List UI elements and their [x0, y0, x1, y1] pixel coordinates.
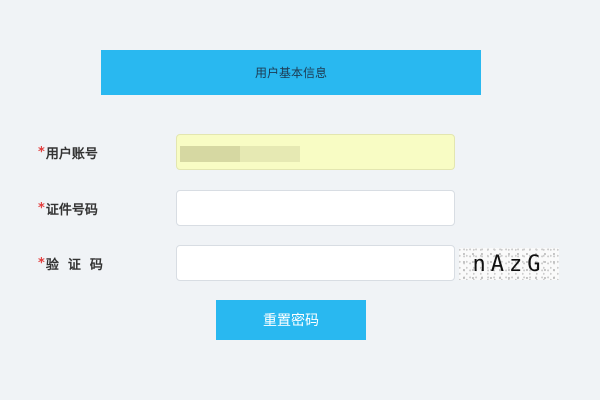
required-mark: * [38, 144, 45, 160]
captcha-image[interactable]: nAzG [459, 248, 559, 280]
account-label: * 用户账号 [38, 134, 98, 170]
account-label-text: 用户账号 [45, 146, 98, 162]
account-input[interactable] [176, 134, 455, 170]
captcha-text: nAzG [472, 251, 546, 277]
redacted-value [180, 146, 240, 162]
account-row: * 用户账号 [0, 134, 600, 170]
id-number-label: * 证件号码 [38, 190, 98, 226]
id-number-row: * 证件号码 [0, 190, 600, 226]
required-mark: * [38, 255, 45, 271]
captcha-input[interactable] [176, 245, 455, 281]
page-title: 用户基本信息 [254, 66, 327, 80]
page-title-bar: 用户基本信息 [101, 50, 481, 95]
id-number-input[interactable] [176, 190, 455, 226]
captcha-label-text: 验证码 [45, 257, 112, 273]
id-number-label-text: 证件号码 [45, 202, 98, 218]
redacted-value [240, 146, 300, 162]
captcha-label: * 验证码 [38, 245, 112, 281]
required-mark: * [38, 200, 45, 216]
captcha-row: * 验证码 nAzG [0, 245, 600, 281]
reset-password-button[interactable]: 重置密码 [216, 300, 366, 340]
